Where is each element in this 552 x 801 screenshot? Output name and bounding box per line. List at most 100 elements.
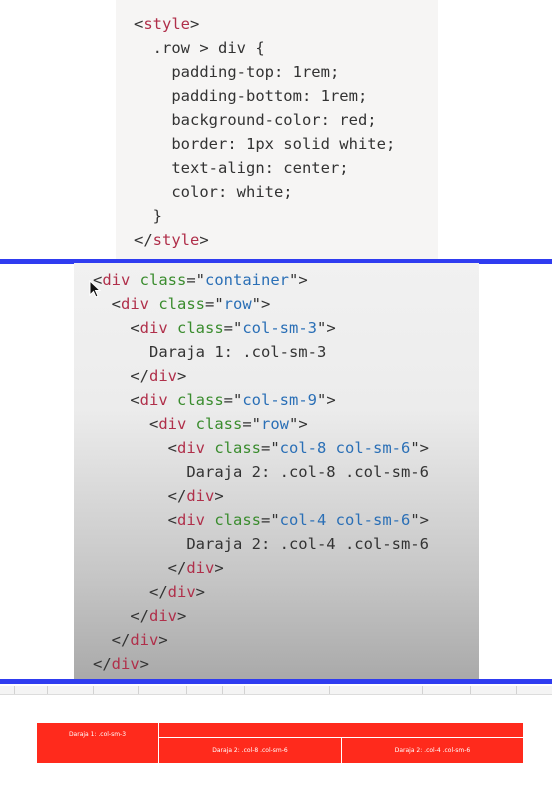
html-code-token: "> <box>317 391 336 409</box>
html-code-token: </ <box>93 583 168 601</box>
html-code-line: <div class="col-4 col-sm-6"> <box>93 510 429 530</box>
html-code-token: "> <box>317 319 336 337</box>
html-code-line: </div> <box>93 654 149 674</box>
html-code-token: > <box>158 631 168 649</box>
ruler-bar <box>0 686 552 695</box>
html-code-line: </div> <box>93 630 168 650</box>
html-code-token: div <box>158 415 187 433</box>
html-code-token: class <box>149 295 205 313</box>
style-code-line: } <box>134 206 162 226</box>
style-code-token: color: white; <box>134 183 293 201</box>
html-code-token: > <box>177 367 187 385</box>
html-code-token: > <box>214 559 224 577</box>
html-code-line: </div> <box>93 366 186 386</box>
style-code-line: <style> <box>134 14 199 34</box>
style-code-line: border: 1px solid white; <box>134 134 395 154</box>
html-code-token: div <box>149 607 177 625</box>
demo-col-8-sm-6: Daraja 2: .col-8 .col-sm-6 <box>158 737 342 764</box>
html-code-line: <div class="row"> <box>93 414 308 434</box>
html-code-token: "> <box>289 415 308 433</box>
html-code-token: div <box>139 319 168 337</box>
style-code-line: </style> <box>134 230 209 250</box>
style-code-token: > <box>190 15 200 33</box>
html-code-token: row <box>223 295 252 313</box>
demo-col-4-sm-6-label: Daraja 2: .col-4 .col-sm-6 <box>394 747 471 754</box>
html-code-line: </div> <box>93 582 205 602</box>
html-code-token: > <box>139 655 150 673</box>
html-code-token: </ <box>93 367 149 385</box>
html-code-token: "> <box>410 511 429 529</box>
html-code-line: </div> <box>93 558 224 578</box>
demo-col-sm-9-top <box>158 722 524 738</box>
demo-col-4-sm-6: Daraja 2: .col-4 .col-sm-6 <box>341 737 524 764</box>
html-code-token: div <box>121 295 149 313</box>
html-code-token: =" <box>261 511 280 529</box>
html-code-token: =" <box>223 391 243 409</box>
html-code-token: "> <box>410 439 429 457</box>
html-code-line: </div> <box>93 486 224 506</box>
style-code-token: > <box>199 231 209 249</box>
style-code-line: padding-bottom: 1rem; <box>134 86 367 106</box>
html-code-token: row <box>261 415 289 433</box>
style-code-token: style <box>143 15 191 33</box>
style-code-line: .row > div { <box>134 38 265 58</box>
html-code-token: Daraja 2: .col-8 .col-sm-6 <box>93 463 429 481</box>
html-code-token: > <box>177 607 187 625</box>
html-code-token: div <box>186 559 215 577</box>
html-code-line: <div class="col-sm-3"> <box>93 318 336 338</box>
style-code-token: style <box>152 231 200 249</box>
html-code-token: </ <box>93 631 131 649</box>
demo-col-8-sm-6-label: Daraja 2: .col-8 .col-sm-6 <box>212 747 288 754</box>
style-code-line: text-align: center; <box>134 158 349 178</box>
divider-line-bottom <box>0 679 552 684</box>
style-code-line: padding-top: 1rem; <box>134 62 339 82</box>
html-code-token: col-4 col-sm-6 <box>279 511 411 529</box>
html-code-token: </ <box>93 607 149 625</box>
html-code-token: > <box>214 487 224 505</box>
html-code-line: Daraja 2: .col-4 .col-sm-6 <box>93 534 429 554</box>
html-code-token: Daraja 2: .col-4 .col-sm-6 <box>93 535 429 553</box>
html-code-token: class <box>167 319 224 337</box>
html-code-token: class <box>186 415 243 433</box>
style-code-token: border: 1px solid white; <box>134 135 396 153</box>
rendered-grid-demo: Daraja 1: .col-sm-3 Daraja 2: .col-8 .co… <box>36 722 524 764</box>
html-code-token: =" <box>205 295 224 313</box>
html-code-line: <div class="container"> <box>93 270 308 290</box>
html-code-token: < <box>93 439 177 457</box>
html-code-line: Daraja 1: .col-sm-3 <box>93 342 326 362</box>
html-code-token: col-8 col-sm-6 <box>279 439 411 457</box>
html-code-token: div <box>177 511 205 529</box>
html-code-token: =" <box>261 439 280 457</box>
html-code-token: div <box>102 271 131 289</box>
html-code-line: <div class="row"> <box>93 294 271 314</box>
html-code-token: "> <box>289 271 308 289</box>
style-code-token: padding-bottom: 1rem; <box>134 87 368 105</box>
html-code-token: </ <box>93 655 112 673</box>
style-code-token: </ <box>134 231 153 249</box>
html-code-token: class <box>205 439 261 457</box>
html-code-token: div <box>111 655 140 673</box>
html-code-token: class <box>130 271 187 289</box>
html-code-token: < <box>93 511 177 529</box>
style-code-token: } <box>134 207 162 225</box>
style-code-token: text-align: center; <box>134 159 349 177</box>
html-code-token: > <box>195 583 205 601</box>
style-code-token: < <box>134 15 144 33</box>
html-code-line: <div class="col-8 col-sm-6"> <box>93 438 429 458</box>
html-code-token: class <box>167 391 224 409</box>
style-code-token: .row > div { <box>134 39 265 57</box>
style-code-line: color: white; <box>134 182 293 202</box>
style-code-token: background-color: red; <box>134 111 377 129</box>
html-code-token: Daraja 1: .col-sm-3 <box>93 343 327 361</box>
html-code-token: div <box>167 583 196 601</box>
html-code-token: div <box>177 439 205 457</box>
demo-col-sm-3: Daraja 1: .col-sm-3 <box>36 722 159 764</box>
html-code-line: </div> <box>93 606 186 626</box>
html-code-token: div <box>149 367 177 385</box>
demo-col-sm-3-label: Daraja 1: .col-sm-3 <box>68 731 127 738</box>
html-code-token: < <box>93 391 140 409</box>
html-code-token: =" <box>223 319 243 337</box>
html-code-token: </ <box>93 559 187 577</box>
style-code-line: background-color: red; <box>134 110 377 130</box>
style-code-token: padding-top: 1rem; <box>134 63 340 81</box>
